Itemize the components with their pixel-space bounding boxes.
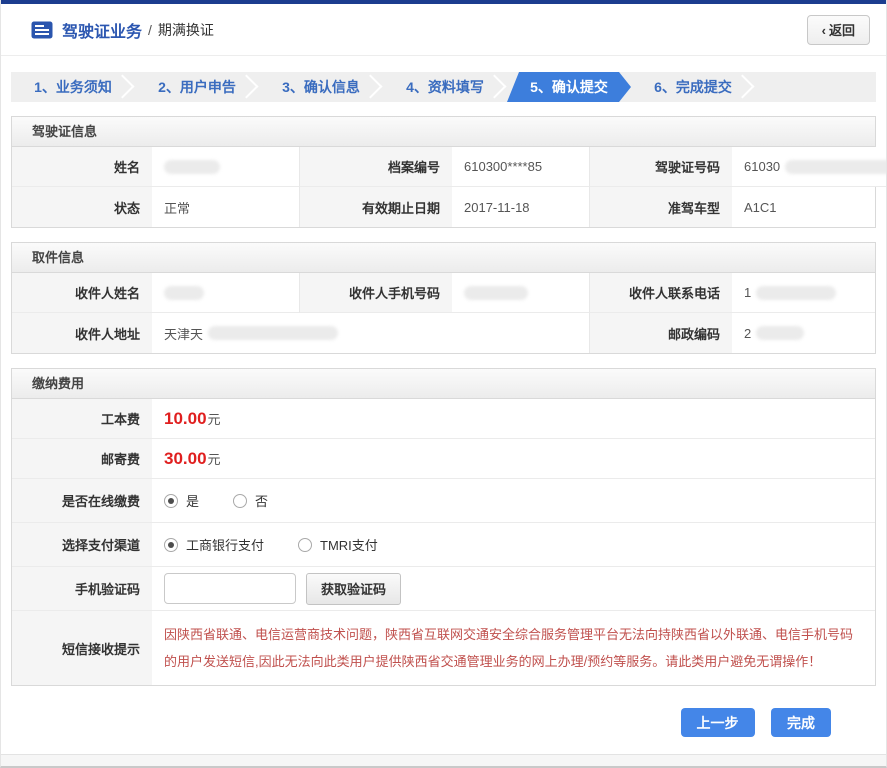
sms-code-input[interactable] (164, 573, 296, 604)
pay-online-yes-option[interactable]: 是 (164, 491, 199, 510)
name-label: 姓名 (12, 147, 152, 187)
pickup-info-section: 取件信息 收件人姓名 收件人手机号码 收件人联系电话 1 收件人地址 天津天 邮… (11, 242, 876, 354)
license-business-icon (31, 21, 53, 39)
redacted-recipient-name (164, 285, 204, 300)
breadcrumb-current: 期满换证 (157, 21, 214, 38)
production-fee-amount: 10.00 (164, 408, 207, 428)
finish-button[interactable]: 完成 (771, 708, 831, 737)
sms-tip-label: 短信接收提示 (12, 611, 152, 685)
license-info-section: 驾驶证信息 姓名 档案编号 610300****85 驾驶证号码 61030 状… (11, 116, 886, 228)
recipient-name-value (152, 273, 300, 313)
redacted-postal-code (756, 326, 805, 340)
page-header: 驾驶证业务 / 期满换证 ‹ 返回 (1, 4, 886, 56)
postal-code-label: 邮政编码 (590, 313, 732, 353)
pickup-info-row-1: 收件人姓名 收件人手机号码 收件人联系电话 1 (12, 273, 875, 313)
step-3-confirm-info: 3、确认信息 (259, 72, 383, 102)
permitted-vehicle-value: A1C1 (732, 187, 875, 227)
redacted-name-value (164, 159, 220, 174)
channel-tmri-option[interactable]: TMRI支付 (298, 535, 378, 554)
payment-channel-label: 选择支付渠道 (12, 523, 152, 567)
radio-tmri-icon[interactable] (298, 537, 313, 552)
name-value (152, 147, 300, 187)
recipient-address-value: 天津天 (152, 313, 590, 353)
sms-code-field-area: 获取验证码 (152, 567, 875, 611)
payment-channel-row: 选择支付渠道 工商银行支付 TMRI支付 (12, 523, 875, 567)
driver-license-service-page: 驾驶证业务 / 期满换证 ‹ 返回 1、业务须知 2、用户申告 3、确认信息 4、… (0, 0, 887, 768)
redacted-recipient-address (208, 326, 339, 340)
license-number-label: 驾驶证号码 (590, 147, 732, 187)
step-1-business-notice: 1、业务须知 (11, 72, 135, 102)
sms-code-row: 手机验证码 获取验证码 (12, 567, 875, 611)
recipient-phone-label: 收件人联系电话 (590, 273, 732, 313)
footer-actions: 上一步 完成 (1, 708, 886, 751)
step-6-complete-submit: 6、完成提交 (631, 72, 755, 102)
production-fee-row: 工本费 10.00 元 (12, 399, 875, 439)
mailing-fee-label: 邮寄费 (12, 439, 152, 479)
pay-online-no-label: 否 (255, 494, 269, 509)
status-value: 正常 (152, 187, 300, 227)
pickup-info-row-2: 收件人地址 天津天 邮政编码 2 (12, 313, 875, 353)
recipient-phone-value: 1 (732, 273, 875, 313)
pay-online-options: 是 否 (152, 479, 875, 523)
page-title: 驾驶证业务 (62, 23, 143, 41)
mailing-fee-amount: 30.00 (164, 448, 207, 468)
license-info-row-1: 姓名 档案编号 610300****85 驾驶证号码 61030 (12, 147, 886, 187)
license-info-section-title: 驾驶证信息 (12, 117, 875, 147)
page-bottom-strip (1, 754, 886, 766)
production-fee-label: 工本费 (12, 399, 152, 439)
redacted-recipient-phone (756, 285, 837, 300)
recipient-name-label: 收件人姓名 (12, 273, 152, 313)
pickup-info-section-title: 取件信息 (12, 243, 875, 273)
license-number-value: 61030 (732, 147, 886, 187)
pay-online-label: 是否在线缴费 (12, 479, 152, 523)
status-label: 状态 (12, 187, 152, 227)
sms-code-label: 手机验证码 (12, 567, 152, 611)
payment-channel-options: 工商银行支付 TMRI支付 (152, 523, 875, 567)
step-wizard-filler (755, 72, 876, 102)
chevron-left-icon: ‹ (821, 23, 826, 38)
postal-code-value: 2 (732, 313, 875, 353)
production-fee-value: 10.00 元 (152, 399, 875, 439)
pay-online-yes-label: 是 (186, 494, 200, 509)
recipient-mobile-value (452, 273, 590, 313)
pay-online-no-option[interactable]: 否 (233, 491, 268, 510)
recipient-mobile-label: 收件人手机号码 (300, 273, 452, 313)
currency-unit: 元 (207, 412, 221, 427)
step-5-confirm-submit-active: 5、确认提交 (507, 72, 631, 102)
redacted-recipient-mobile (464, 285, 528, 300)
sms-tip-row: 短信接收提示 因陕西省联通、电信运营商技术问题，陕西省互联网交通安全综合服务管理… (12, 611, 875, 685)
recipient-address-label: 收件人地址 (12, 313, 152, 353)
file-number-value: 610300****85 (452, 147, 590, 187)
back-button-label: 返回 (828, 23, 855, 38)
channel-tmri-label: TMRI支付 (320, 538, 378, 553)
currency-unit: 元 (207, 452, 221, 467)
radio-yes-checked-icon[interactable] (164, 493, 178, 508)
valid-until-value: 2017-11-18 (452, 187, 590, 227)
sms-tip-text: 因陕西省联通、电信运营商技术问题，陕西省互联网交通安全综合服务管理平台无法向持陕… (164, 627, 854, 669)
mailing-fee-value: 30.00 元 (152, 439, 875, 479)
get-code-button[interactable]: 获取验证码 (306, 572, 402, 605)
license-info-row-2: 状态 正常 有效期止日期 2017-11-18 准驾车型 A1C1 (12, 187, 875, 227)
redacted-license-number (785, 159, 886, 174)
radio-no-icon[interactable] (233, 493, 248, 508)
breadcrumb-separator: / (148, 21, 152, 38)
step-wizard: 1、业务须知 2、用户申告 3、确认信息 4、资料填写 5、确认提交 6、完成提… (11, 72, 876, 102)
permitted-vehicle-label: 准驾车型 (590, 187, 732, 227)
valid-until-label: 有效期止日期 (300, 187, 452, 227)
radio-icbc-checked-icon[interactable] (164, 537, 178, 552)
payment-section-title: 缴纳费用 (12, 369, 875, 399)
previous-step-button[interactable]: 上一步 (680, 708, 755, 737)
channel-icbc-option[interactable]: 工商银行支付 (164, 535, 264, 554)
back-button[interactable]: ‹ 返回 (806, 14, 870, 45)
step-2-user-declaration: 2、用户申告 (135, 72, 259, 102)
file-number-label: 档案编号 (300, 147, 452, 187)
pay-online-row: 是否在线缴费 是 否 (12, 479, 875, 523)
payment-section: 缴纳费用 工本费 10.00 元 邮寄费 30.00 元 是否在线缴费 是 否 选择… (11, 368, 876, 686)
mailing-fee-row: 邮寄费 30.00 元 (12, 439, 875, 479)
channel-icbc-label: 工商银行支付 (186, 538, 265, 553)
sms-tip-content: 因陕西省联通、电信运营商技术问题，陕西省互联网交通安全综合服务管理平台无法向持陕… (152, 611, 875, 685)
step-4-fill-materials: 4、资料填写 (383, 72, 507, 102)
